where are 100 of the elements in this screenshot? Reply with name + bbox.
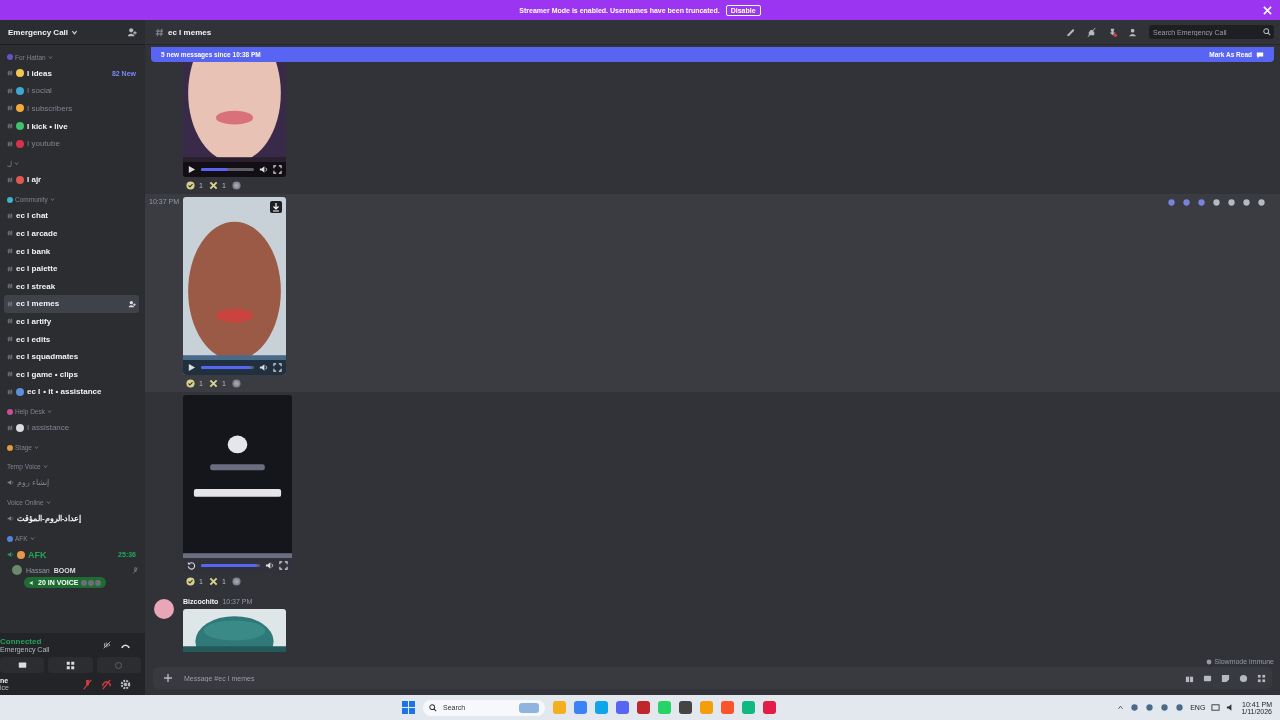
channel-name: ec I game • clips — [16, 369, 78, 379]
volume-icon[interactable] — [259, 165, 268, 174]
search-icon — [1263, 28, 1271, 36]
channel-title: ec I memes — [168, 27, 212, 37]
channel-item[interactable]: ec I artify — [4, 312, 139, 331]
close-icon[interactable] — [1263, 6, 1272, 15]
chevron-icon — [14, 161, 19, 167]
add-member-icon[interactable] — [128, 299, 136, 308]
hash-icon — [7, 265, 13, 272]
apps-icon[interactable] — [1257, 673, 1266, 683]
channel-name: ec I streak — [16, 281, 56, 291]
channel-item[interactable]: ec I squadmates — [4, 347, 139, 366]
settings-icon[interactable] — [120, 678, 131, 690]
hash-icon — [7, 248, 13, 255]
clock-icon — [1206, 658, 1213, 665]
channel-name: AFK — [28, 549, 47, 560]
muted-mic-icon[interactable] — [82, 678, 93, 690]
gif-icon[interactable] — [1203, 673, 1212, 683]
hash-icon — [7, 353, 13, 360]
channel-name: إنشاء روم — [17, 478, 50, 487]
hash-icon — [7, 105, 13, 112]
channel-name: ec I palette — [16, 264, 58, 274]
display-icon[interactable] — [1211, 703, 1221, 712]
hash-icon — [7, 388, 13, 395]
chevron-icon — [47, 54, 53, 60]
hash-icon — [7, 140, 13, 147]
taskbar-app-icon[interactable] — [679, 701, 692, 714]
speaker-icon — [7, 515, 14, 523]
bell-muted-icon[interactable] — [1086, 26, 1097, 38]
channel-item[interactable]: I kick • live — [4, 117, 139, 135]
replay-icon[interactable] — [187, 561, 196, 570]
hash-icon — [155, 27, 164, 37]
channel-name: ec I bank — [16, 246, 51, 256]
channel-name: • it • assistance — [43, 387, 102, 397]
hash-icon — [7, 123, 13, 130]
hash-icon — [7, 300, 13, 307]
user-avatar[interactable] — [12, 565, 22, 576]
channel-item[interactable]: ec I streak — [4, 277, 139, 296]
hash-icon — [7, 283, 13, 290]
fullscreen-icon[interactable] — [279, 561, 288, 570]
volume-icon[interactable] — [265, 561, 274, 570]
user-avatar[interactable] — [154, 599, 174, 619]
channel-item[interactable]: ec I palette — [4, 259, 139, 278]
taskbar-app-icon[interactable] — [616, 701, 629, 714]
channel-item[interactable]: ec I edits — [4, 330, 139, 348]
deafened-icon[interactable] — [101, 678, 112, 690]
start-icon[interactable] — [402, 701, 415, 714]
taskbar-app-icon[interactable] — [763, 701, 776, 714]
add-reaction-icon[interactable] — [231, 181, 241, 190]
channel-item[interactable]: ec I chat — [4, 207, 139, 225]
video-progress-track[interactable] — [201, 168, 254, 171]
chevron-icon[interactable] — [71, 28, 79, 36]
hash-icon — [7, 70, 13, 77]
hash-icon — [7, 336, 13, 342]
chevron-icon — [42, 463, 48, 469]
channel-name: ec I memes — [16, 299, 60, 309]
screen-share-button[interactable] — [0, 657, 45, 673]
speaker-icon — [7, 479, 14, 486]
channel-item[interactable]: إعداد-الروم-المؤقت — [4, 509, 139, 528]
search-icon — [429, 703, 437, 712]
channel-item[interactable]: ec I memes — [4, 295, 139, 313]
channel-item[interactable]: ec I bank — [4, 242, 139, 260]
noise-suppression-icon[interactable] — [102, 640, 112, 650]
fullscreen-icon[interactable] — [273, 165, 282, 174]
channel-item[interactable]: إنشاء روم — [4, 473, 139, 492]
muted-mic-icon — [132, 566, 139, 574]
channel-name: ec I chat — [16, 211, 48, 221]
activities-button[interactable] — [48, 657, 93, 673]
threads-icon[interactable] — [1065, 26, 1076, 38]
hash-icon — [7, 212, 13, 219]
channel-name: ec I artify — [16, 316, 52, 326]
connection-status[interactable]: Connected — [0, 637, 50, 646]
emoji-icon[interactable] — [1239, 673, 1248, 683]
chevron-icon — [49, 197, 55, 203]
channel-item[interactable]: I ajr — [4, 170, 139, 189]
channel-item[interactable]: ec I arcade — [4, 224, 139, 243]
hash-icon — [7, 176, 13, 183]
hash-icon — [7, 371, 13, 378]
fullscreen-icon[interactable] — [273, 363, 282, 372]
play-icon[interactable] — [187, 165, 196, 174]
add-reaction-icon[interactable] — [231, 379, 241, 388]
hash-icon — [7, 230, 13, 237]
channel-name: ec I squadmates — [16, 352, 79, 362]
server-name[interactable]: Emergency Call — [8, 27, 69, 37]
plus-icon[interactable] — [163, 673, 173, 683]
volume-icon[interactable] — [259, 363, 268, 372]
channel-item[interactable]: ec I • it • assistance — [4, 383, 139, 401]
add-reaction-icon[interactable] — [231, 577, 241, 586]
channel-name: ec I arcade — [16, 228, 58, 238]
channel-item[interactable]: ec I game • clips — [4, 365, 139, 383]
download-icon[interactable] — [270, 201, 282, 213]
play-icon[interactable] — [187, 363, 196, 372]
sticker-icon[interactable] — [1221, 673, 1230, 683]
channel-name: I kick • live — [27, 121, 68, 131]
mark-read-icon — [1256, 50, 1264, 59]
add-member-icon[interactable] — [127, 27, 137, 37]
channel-name: I ideas — [27, 68, 52, 78]
taskbar-app-icon[interactable] — [637, 701, 650, 714]
caret-icon[interactable] — [1117, 704, 1125, 711]
members-icon[interactable] — [1128, 26, 1139, 38]
